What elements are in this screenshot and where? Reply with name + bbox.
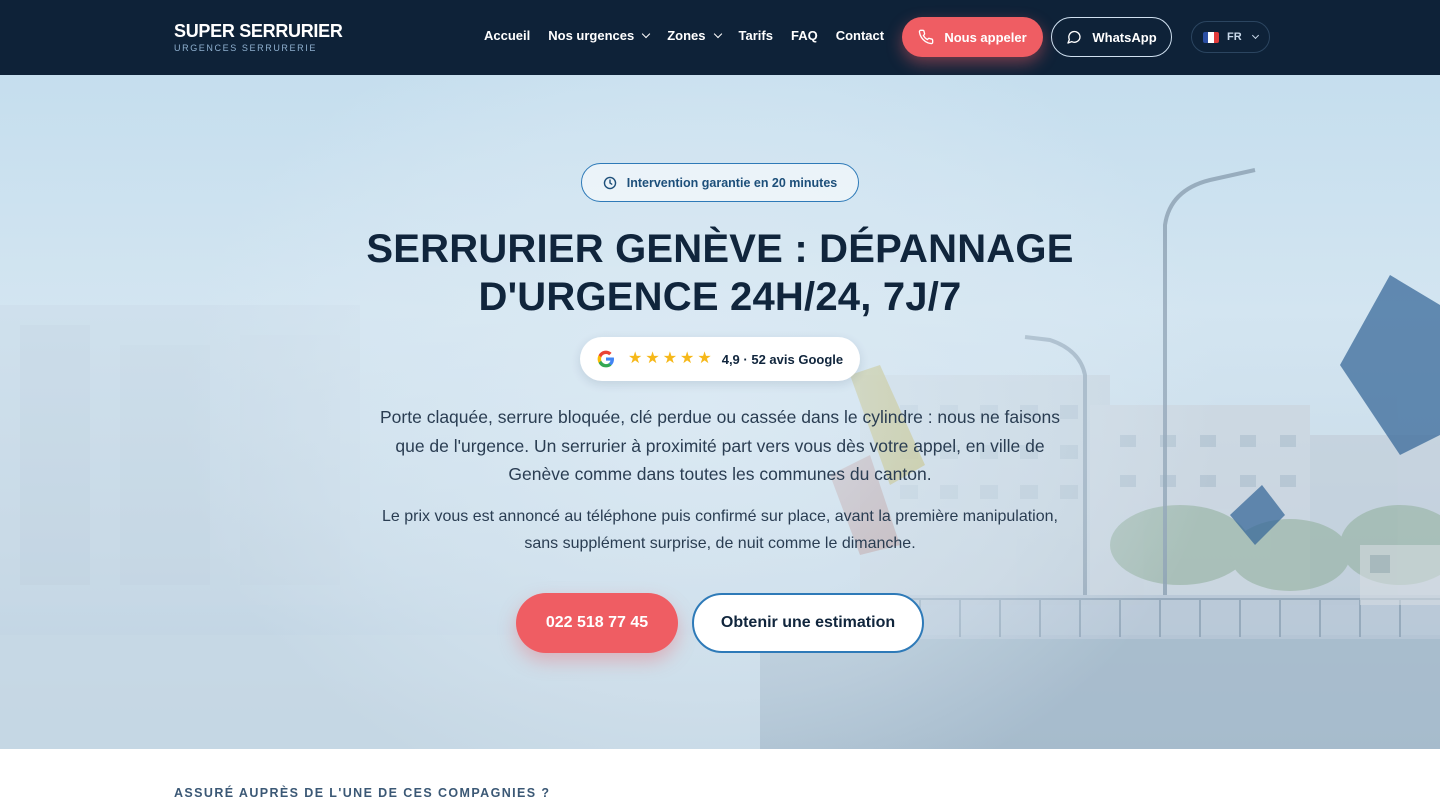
phone-number-label: 022 518 77 45 xyxy=(545,614,649,631)
menu-item-label: Contact xyxy=(835,28,885,43)
phone-number-button[interactable]: 022 518 77 45 xyxy=(516,593,678,653)
whatsapp-button-label: WhatsApp xyxy=(1092,29,1157,45)
menu-item-label: Nos urgences xyxy=(548,28,635,43)
rating-text: 4,9 · 52 avis Google xyxy=(721,351,844,367)
star-icon: ★ xyxy=(645,350,660,367)
star-icon: ★ xyxy=(628,350,643,367)
brand-title: SUPER SERRURIER xyxy=(174,21,343,41)
phone-icon xyxy=(919,29,934,45)
brand-subtitle: URGENCES SERRURERIE xyxy=(174,43,317,53)
main-menu: Accueil Nos urgences Zones Tarifs FAQ Co… xyxy=(484,28,902,43)
clock-icon xyxy=(603,176,617,189)
chevron-down-icon xyxy=(713,29,722,39)
hero-pricing-paragraph: Le prix vous est annoncé au téléphone pu… xyxy=(382,508,1058,552)
rating-stars: ★ ★ ★ ★ ★ xyxy=(628,351,715,367)
hero-section: Intervention garantie en 20 minutes SERR… xyxy=(0,75,1440,749)
estimate-button[interactable]: Obtenir une estimation xyxy=(692,593,924,653)
chevron-down-icon xyxy=(1251,31,1259,40)
top-navbar: SUPER SERRURIER URGENCES SERRURERIE Accu… xyxy=(0,0,1440,75)
google-rating-badge[interactable]: ★ ★ ★ ★ ★ 4,9 · 52 avis Google xyxy=(580,337,860,381)
france-flag-icon xyxy=(1203,31,1219,43)
page-title: SERRURIER GENÈVE : DÉPANNAGE D'URGENCE 2… xyxy=(366,227,1074,319)
star-icon: ★ xyxy=(697,350,712,367)
star-icon: ★ xyxy=(662,350,678,367)
call-button-label: Nous appeler xyxy=(944,29,1027,45)
brand-logo[interactable]: SUPER SERRURIER URGENCES SERRURERIE xyxy=(174,21,343,54)
language-selector[interactable]: FR xyxy=(1191,21,1270,53)
call-button[interactable]: Nous appeler xyxy=(902,17,1043,57)
guarantee-badge: Intervention garantie en 20 minutes xyxy=(581,163,859,202)
menu-item-label: FAQ xyxy=(790,28,818,43)
menu-item-faq[interactable]: FAQ xyxy=(791,28,818,43)
estimate-button-label: Obtenir une estimation xyxy=(720,614,896,631)
badge-label: Intervention garantie en 20 minutes xyxy=(626,175,838,190)
language-label: FR xyxy=(1227,31,1242,43)
menu-item-tarifs[interactable]: Tarifs xyxy=(739,28,773,43)
menu-item-label: Zones xyxy=(667,28,706,43)
menu-item-nos-urgences[interactable]: Nos urgences xyxy=(548,28,651,43)
google-g-icon xyxy=(597,350,614,368)
insurance-heading: ASSURÉ AUPRÈS DE L'UNE DE CES COMPAGNIES… xyxy=(174,786,551,800)
menu-item-zones[interactable]: Zones xyxy=(667,28,722,43)
chevron-down-icon xyxy=(641,29,651,39)
hero-intro-paragraph: Porte claquée, serrure bloquée, clé perd… xyxy=(380,407,1061,484)
star-icon: ★ xyxy=(680,350,695,367)
menu-item-accueil[interactable]: Accueil xyxy=(484,28,530,43)
chat-bubble-icon xyxy=(1067,30,1082,44)
whatsapp-button[interactable]: WhatsApp xyxy=(1051,17,1172,57)
menu-item-label: Tarifs xyxy=(738,28,773,43)
menu-item-contact[interactable]: Contact xyxy=(836,28,884,43)
menu-item-label: Accueil xyxy=(484,28,531,43)
